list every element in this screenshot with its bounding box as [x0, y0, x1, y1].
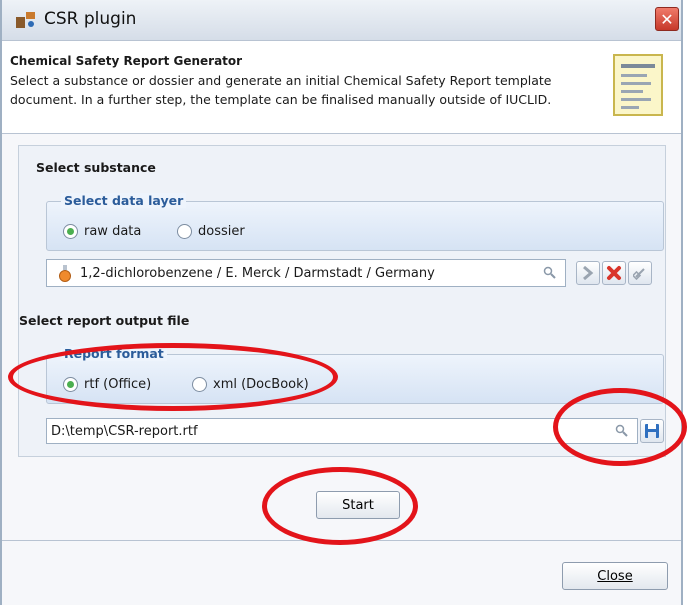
start-button[interactable]: Start [316, 491, 400, 519]
title-bar[interactable]: CSR plugin ✕ [2, 0, 681, 41]
radio-raw-data-label: raw data [84, 224, 142, 239]
radio-rtf[interactable]: rtf (Office) [63, 377, 151, 392]
window-title: CSR plugin [44, 9, 137, 29]
delete-icon[interactable] [602, 261, 626, 285]
radio-dossier-label: dossier [198, 224, 245, 239]
data-layer-group: Select data layer raw data dossier [46, 193, 664, 251]
radio-dossier-indicator[interactable] [177, 224, 192, 239]
output-path-input[interactable]: D:\temp\CSR-report.rtf [46, 418, 638, 444]
flask-icon [59, 265, 71, 282]
report-format-group: Report format rtf (Office) xml (DocBook) [46, 346, 664, 404]
select-substance-label: Select substance [36, 160, 156, 175]
radio-raw-data-indicator[interactable] [63, 224, 78, 239]
browse-search-icon[interactable] [615, 424, 629, 438]
header-panel: Chemical Safety Report Generator Select … [2, 41, 681, 134]
search-icon[interactable] [543, 266, 557, 280]
report-format-title: Report format [61, 346, 167, 361]
link-icon[interactable] [628, 261, 652, 285]
substance-field[interactable]: 1,2-dichlorobenzene / E. Merck / Darmsta… [46, 259, 566, 287]
radio-rtf-label: rtf (Office) [84, 377, 152, 392]
close-window-icon[interactable]: ✕ [655, 7, 679, 31]
radio-raw-data[interactable]: raw data [63, 224, 141, 239]
close-button[interactable]: Close [562, 562, 668, 590]
radio-xml-indicator[interactable] [192, 377, 207, 392]
footer-separator [2, 540, 681, 541]
radio-xml[interactable]: xml (DocBook) [192, 377, 309, 392]
forward-arrow-icon[interactable] [576, 261, 600, 285]
header-description: Select a substance or dossier and genera… [10, 73, 552, 107]
data-layer-title: Select data layer [61, 193, 187, 208]
report-document-icon [613, 54, 663, 116]
substance-value: 1,2-dichlorobenzene / E. Merck / Darmsta… [80, 265, 435, 281]
radio-xml-label: xml (DocBook) [213, 377, 309, 392]
plugin-app-icon [16, 12, 35, 28]
radio-dossier[interactable]: dossier [177, 224, 245, 239]
csr-plugin-window: CSR plugin ✕ Chemical Safety Report Gene… [0, 0, 683, 605]
output-path-value: D:\temp\CSR-report.rtf [51, 423, 198, 439]
save-icon[interactable] [640, 419, 664, 443]
main-content-panel [18, 145, 666, 457]
radio-rtf-indicator[interactable] [63, 377, 78, 392]
header-title: Chemical Safety Report Generator [10, 54, 243, 68]
report-output-label: Select report output file [19, 313, 190, 328]
